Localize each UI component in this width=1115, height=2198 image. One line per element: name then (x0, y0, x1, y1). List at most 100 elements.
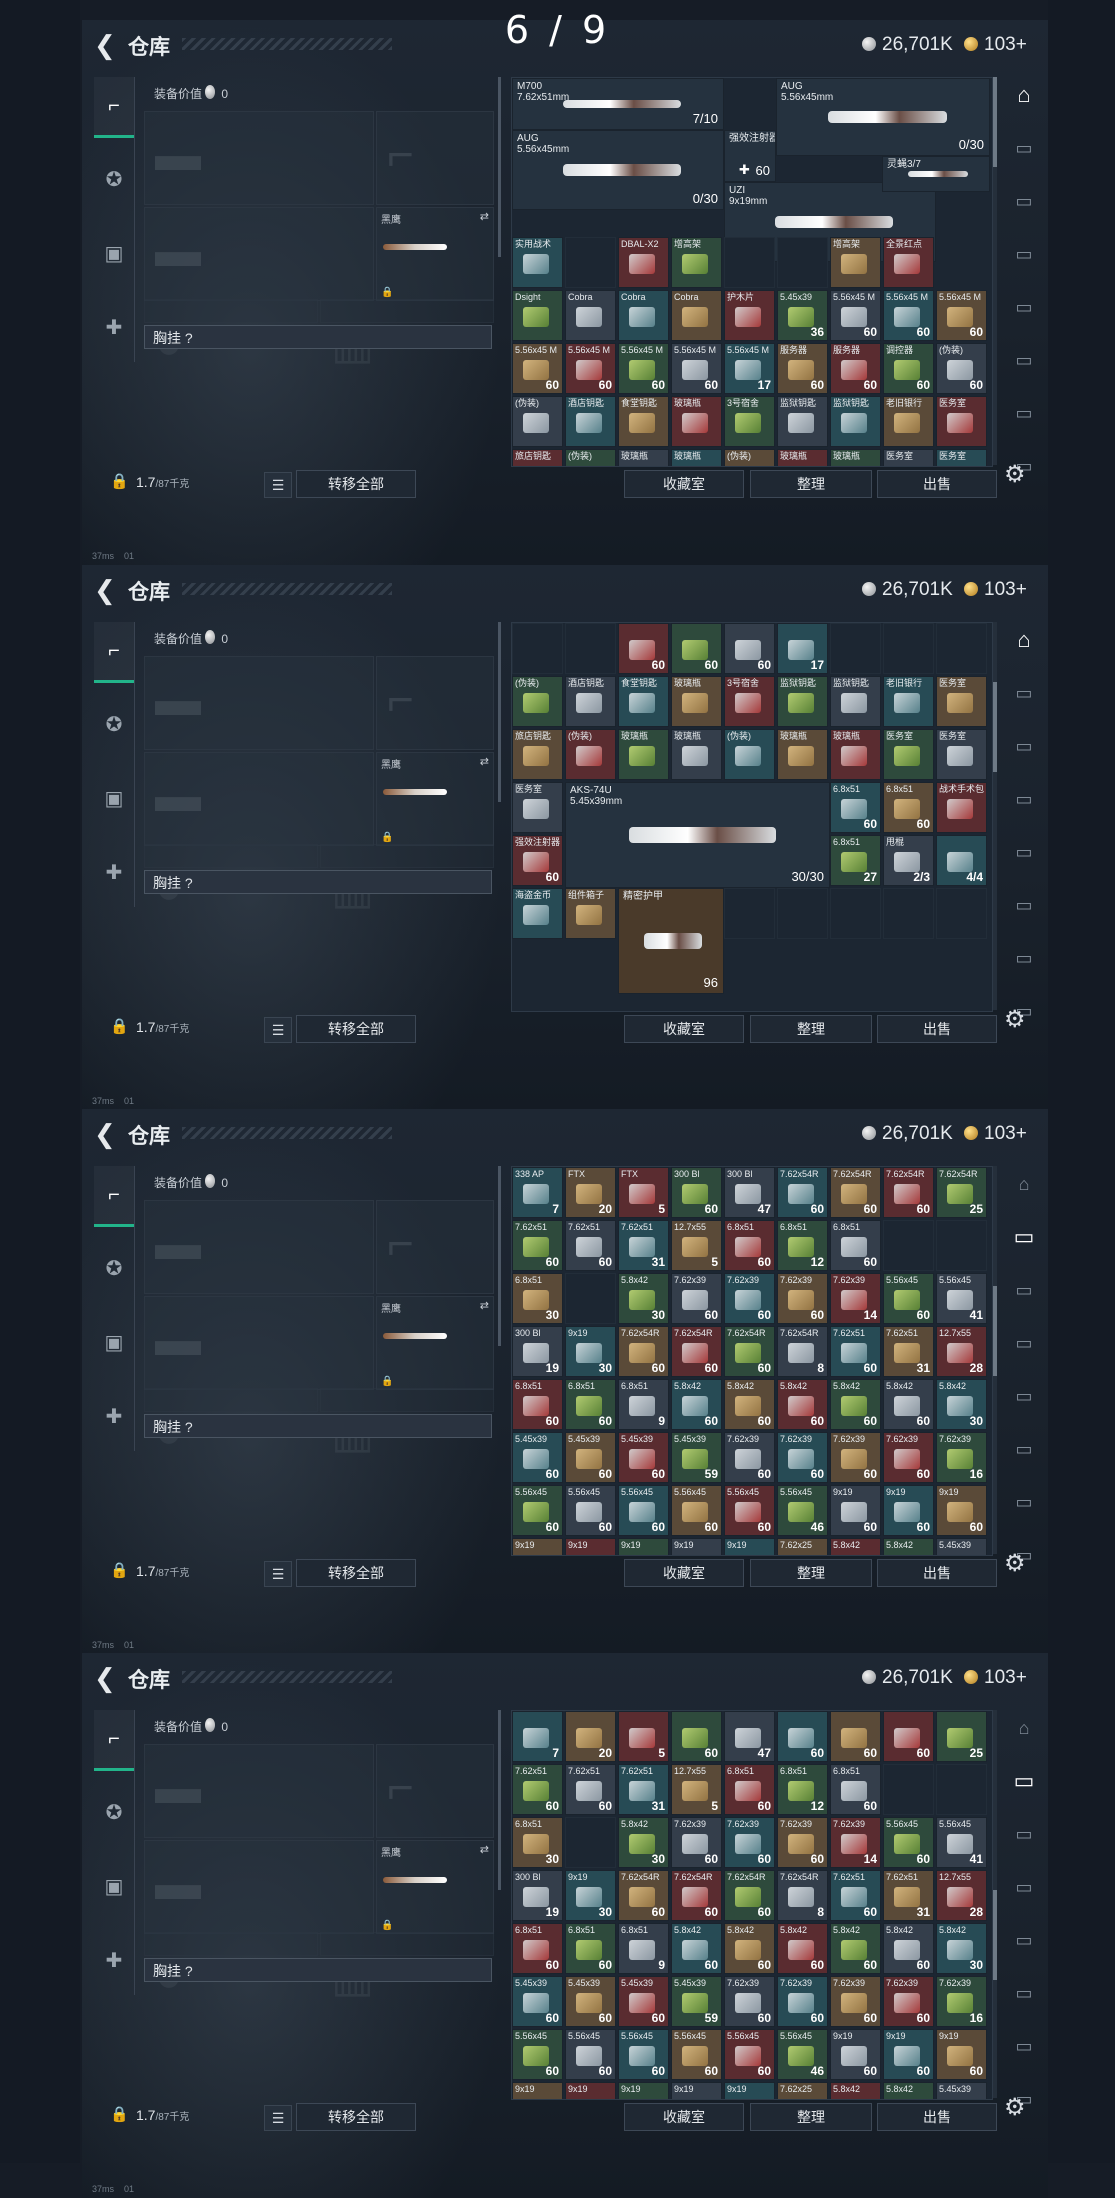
tab-3-icon[interactable]: ▭ (1006, 781, 1042, 817)
stash-item[interactable]: 6.8x51 9 (618, 1379, 669, 1430)
collection-room-button[interactable]: 收藏室 (624, 1559, 744, 1587)
stash-item[interactable]: 6.8x51 60 (830, 1220, 881, 1271)
stash-item[interactable]: 7.62x54R 60 (724, 1326, 775, 1377)
stash-item[interactable] (565, 236, 616, 288)
stash-item[interactable]: 7.62x39 60 (724, 1976, 775, 2027)
stash-item[interactable]: 6.8x51 60 (830, 1764, 881, 1815)
sell-button[interactable]: 出售 (877, 2103, 997, 2131)
silver-currency[interactable]: 26,701K (862, 1667, 953, 1689)
stash-item[interactable] (724, 888, 775, 939)
weapon-item[interactable]: 强效注射器 ✚ 60 (724, 130, 776, 182)
stash-item[interactable]: 60 (724, 623, 775, 674)
equip-scrollbar[interactable] (498, 622, 501, 802)
stash-scrollbar[interactable] (993, 622, 997, 1010)
stash-item[interactable]: 5.56x45 46 (777, 1485, 828, 1536)
back-arrow-icon[interactable]: ❮ (94, 1119, 116, 1150)
stash-item[interactable]: 5.56x45 60 (724, 2029, 775, 2080)
tab-1-icon[interactable]: ▭ (1006, 130, 1042, 166)
sort-button[interactable]: 整理 (750, 470, 872, 498)
stash-item[interactable]: 5.8x42 30 (618, 1817, 669, 1868)
pistol-slot[interactable]: ⌐ (376, 111, 494, 205)
stash-item[interactable]: 5.56x45 60 (565, 2029, 616, 2080)
stash-item[interactable]: 7.62x39 60 (724, 1432, 775, 1483)
weapon-item[interactable]: 精密护甲 96 (618, 888, 724, 994)
stash-item[interactable]: 7.62x39 16 (936, 1976, 987, 2027)
stash-item[interactable]: 5.56x45 60 (512, 1485, 563, 1536)
stash-item[interactable]: 5.45x3960 (618, 1976, 669, 2027)
stash-item[interactable]: 玻璃瓶 (671, 729, 722, 780)
stash-item[interactable]: 7.62x39 60 (830, 1976, 881, 2027)
stash-item[interactable]: 9x1960 (618, 1538, 669, 1555)
stash-item[interactable]: 7.62x39 60 (777, 1273, 828, 1324)
collection-room-button[interactable]: 收藏室 (624, 1015, 744, 1043)
stash-item[interactable]: 7.62x39 60 (883, 1432, 934, 1483)
armor-slot[interactable]: ▥ (320, 1388, 494, 1457)
transfer-all-button[interactable]: 转移全部 (296, 470, 416, 498)
swap-icon[interactable]: ⇄ (480, 210, 489, 223)
stash-item[interactable]: FTX 5 (618, 1167, 669, 1218)
stash-item[interactable]: (伪装) (512, 395, 563, 447)
primary-weapon-slot[interactable]: ▬ (144, 111, 374, 205)
stash-item[interactable]: Cobra (565, 289, 616, 341)
stash-item[interactable]: 5.56x45 M 60 (830, 289, 881, 341)
stash-item[interactable]: 5.45x3960 (936, 1538, 987, 1555)
stash-item[interactable]: 强效注射器 60 (512, 835, 563, 886)
tab-1-icon[interactable]: ▭ (1006, 1763, 1042, 1799)
stash-item[interactable]: 5.56x45 41 (936, 1817, 987, 1868)
stash-item[interactable]: 7.62x51 60 (565, 1220, 616, 1271)
stash-item[interactable]: 7.62x39 60 (724, 1273, 775, 1324)
sell-button[interactable]: 出售 (877, 1559, 997, 1587)
stash-item[interactable]: 5.56x45 M 60 (936, 289, 987, 341)
stash-item[interactable]: 战术手术包 (936, 782, 987, 833)
stash-item[interactable]: 7.62x39 60 (671, 1273, 722, 1324)
medkit-icon[interactable]: ✚ (94, 1388, 134, 1446)
secondary-weapon-slot[interactable]: ▬ (144, 1840, 374, 1934)
stash-item[interactable]: 7.62x39 14 (830, 1273, 881, 1324)
stash-item[interactable]: 9x1915 (724, 2082, 775, 2099)
tab-4-icon[interactable]: ▭ (1006, 1922, 1042, 1958)
stash-item[interactable]: 医务室 (512, 782, 563, 833)
gold-currency[interactable]: 103+ (964, 1123, 1027, 1145)
stash-item[interactable]: 6.8x51 60 (565, 1923, 616, 1974)
stash-item[interactable]: 7.62x39 14 (830, 1817, 881, 1868)
stash-item[interactable]: 老旧银行 (883, 395, 934, 447)
weapon-item[interactable]: AUG 5.56x45mm 0/30 (512, 130, 724, 210)
melee-slot[interactable]: 黑鹰 ⇄ 🔒 (376, 207, 494, 301)
stash-item[interactable]: 7.62x51 60 (830, 1870, 881, 1921)
stash-item[interactable]: 9x19 30 (565, 1326, 616, 1377)
tab-5-icon[interactable]: ▭ (1006, 887, 1042, 923)
stash-item[interactable] (883, 1764, 934, 1815)
tab-3-icon[interactable]: ▭ (1006, 1869, 1042, 1905)
stash-item[interactable]: 服务器 60 (830, 342, 881, 394)
stash-item[interactable]: 5.56x45 M 60 (512, 342, 563, 394)
stash-item[interactable]: 监狱钥匙 (777, 395, 828, 447)
stash-item[interactable]: 5.56x45 60 (565, 1485, 616, 1536)
pistol-slot[interactable]: ⌐ (376, 1744, 494, 1838)
stash-item[interactable]: 5.8x4260 (883, 2082, 934, 2099)
tab-4-icon[interactable]: ▭ (1006, 289, 1042, 325)
primary-weapon-slot[interactable]: ▬ (144, 1744, 374, 1838)
silver-currency[interactable]: 26,701K (862, 1123, 953, 1145)
melee-slot[interactable]: 黑鹰 ⇄ 🔒 (376, 1296, 494, 1390)
transfer-all-button[interactable]: 转移全部 (296, 2103, 416, 2131)
stash-item[interactable]: 6.8x51 60 (565, 1379, 616, 1430)
stash-item[interactable]: 医务室 (936, 676, 987, 727)
stash-item[interactable]: 12.7x55 5 (671, 1764, 722, 1815)
stash-item[interactable]: 338 AP 7 (512, 1167, 563, 1218)
stash-item[interactable]: FTX 20 (565, 1167, 616, 1218)
stash-item[interactable]: 7.62x54R 60 (830, 1167, 881, 1218)
melee-slot[interactable]: 黑鹰 ⇄ 🔒 (376, 1840, 494, 1934)
sort-button[interactable]: 整理 (750, 1559, 872, 1587)
stash-item[interactable]: 9x1960 (671, 2082, 722, 2099)
backpack-icon[interactable]: ▣ (94, 1314, 134, 1372)
stash-item[interactable]: 6.8x51 30 (512, 1817, 563, 1868)
stash-item[interactable]: 7.62x39 60 (671, 1817, 722, 1868)
stash-item[interactable]: 6.8x51 12 (777, 1220, 828, 1271)
transfer-all-button[interactable]: 转移全部 (296, 1559, 416, 1587)
home-icon[interactable]: ⌂ (1006, 77, 1042, 113)
stash-item[interactable]: 监狱钥匙 (830, 676, 881, 727)
stash-item[interactable]: 9x1960 (618, 2082, 669, 2099)
stash-item[interactable]: 酒店钥匙 (565, 395, 616, 447)
stash-item[interactable]: DBAL-X2 (618, 236, 669, 288)
stash-item[interactable]: 20 (565, 1711, 616, 1762)
